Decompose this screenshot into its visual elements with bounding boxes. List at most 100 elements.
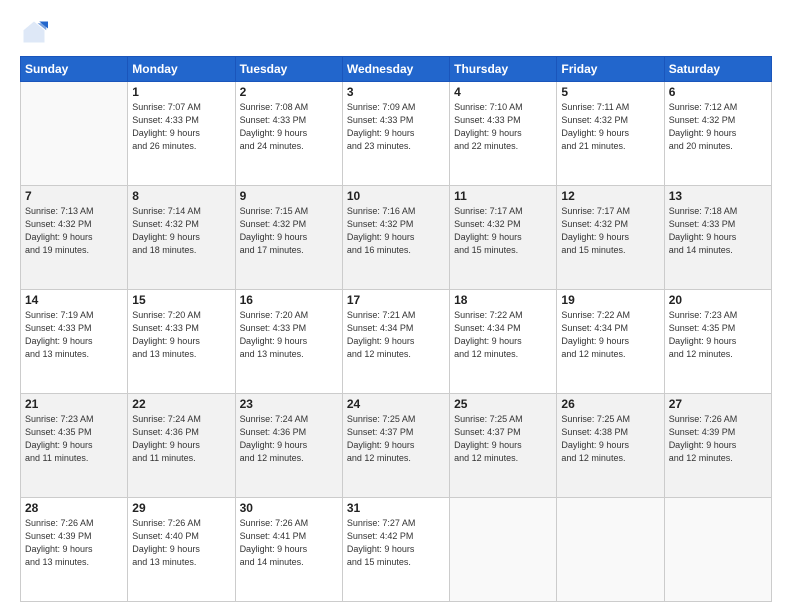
day-info: Sunrise: 7:22 AM Sunset: 4:34 PM Dayligh…	[454, 309, 552, 361]
calendar-cell: 29Sunrise: 7:26 AM Sunset: 4:40 PM Dayli…	[128, 498, 235, 602]
day-number: 17	[347, 293, 445, 307]
calendar-cell: 7 Sunrise: 7:13 AM Sunset: 4:32 PM Daylig…	[21, 186, 128, 290]
day-info: Sunrise: 7:12 AM Sunset: 4:32 PM Dayligh…	[669, 101, 767, 153]
day-info: Sunrise: 7:16 AM Sunset: 4:32 PM Dayligh…	[347, 205, 445, 257]
calendar-cell: 16 Sunrise: 7:20 AM Sunset: 4:33 PM Dayli…	[235, 290, 342, 394]
day-info: Sunrise: 7:25 AM Sunset: 4:37 PM Dayligh…	[454, 413, 552, 465]
day-number: 15	[132, 293, 230, 307]
day-number: 27	[669, 397, 767, 411]
calendar-week-row: 14 Sunrise: 7:19 AM Sunset: 4:33 PM Dayli…	[21, 290, 772, 394]
day-number: 28	[25, 501, 123, 515]
calendar-cell: 25 Sunrise: 7:25 AM Sunset: 4:37 PM Dayli…	[450, 394, 557, 498]
day-info: Sunrise: 7:17 AM Sunset: 4:32 PM Dayligh…	[454, 205, 552, 257]
calendar-cell: 1 Sunrise: 7:07 AM Sunset: 4:33 PM Daylig…	[128, 82, 235, 186]
day-info: Sunrise: 7:25 AM Sunset: 4:38 PM Dayligh…	[561, 413, 659, 465]
day-number: 26	[561, 397, 659, 411]
calendar-cell: 6 Sunrise: 7:12 AM Sunset: 4:32 PM Daylig…	[664, 82, 771, 186]
calendar-cell: 11 Sunrise: 7:17 AM Sunset: 4:32 PM Dayli…	[450, 186, 557, 290]
day-info: Sunrise: 7:26 AM Sunset: 4:40 PM Dayligh…	[132, 517, 230, 569]
calendar-cell: 4 Sunrise: 7:10 AM Sunset: 4:33 PM Daylig…	[450, 82, 557, 186]
day-number: 13	[669, 189, 767, 203]
calendar-header-thursday: Thursday	[450, 57, 557, 82]
day-info: Sunrise: 7:13 AM Sunset: 4:32 PM Dayligh…	[25, 205, 123, 257]
day-info: Sunrise: 7:26 AM Sunset: 4:41 PM Dayligh…	[240, 517, 338, 569]
day-info: Sunrise: 7:14 AM Sunset: 4:32 PM Dayligh…	[132, 205, 230, 257]
calendar-header-sunday: Sunday	[21, 57, 128, 82]
day-number: 10	[347, 189, 445, 203]
calendar-header-row: SundayMondayTuesdayWednesdayThursdayFrid…	[21, 57, 772, 82]
day-number: 7	[25, 189, 123, 203]
day-info: Sunrise: 7:23 AM Sunset: 4:35 PM Dayligh…	[669, 309, 767, 361]
day-info: Sunrise: 7:15 AM Sunset: 4:32 PM Dayligh…	[240, 205, 338, 257]
calendar-header-saturday: Saturday	[664, 57, 771, 82]
calendar-cell: 13 Sunrise: 7:18 AM Sunset: 4:33 PM Dayli…	[664, 186, 771, 290]
calendar-cell: 8 Sunrise: 7:14 AM Sunset: 4:32 PM Daylig…	[128, 186, 235, 290]
day-info: Sunrise: 7:20 AM Sunset: 4:33 PM Dayligh…	[132, 309, 230, 361]
calendar-cell: 24 Sunrise: 7:25 AM Sunset: 4:37 PM Dayli…	[342, 394, 449, 498]
calendar-cell: 26 Sunrise: 7:25 AM Sunset: 4:38 PM Dayli…	[557, 394, 664, 498]
day-number: 14	[25, 293, 123, 307]
calendar-cell: 27Sunrise: 7:26 AM Sunset: 4:39 PM Dayli…	[664, 394, 771, 498]
calendar-header-tuesday: Tuesday	[235, 57, 342, 82]
day-number: 6	[669, 85, 767, 99]
day-info: Sunrise: 7:09 AM Sunset: 4:33 PM Dayligh…	[347, 101, 445, 153]
calendar-week-row: 21Sunrise: 7:23 AM Sunset: 4:35 PM Dayli…	[21, 394, 772, 498]
calendar-cell: 3 Sunrise: 7:09 AM Sunset: 4:33 PM Daylig…	[342, 82, 449, 186]
day-number: 3	[347, 85, 445, 99]
logo-icon	[20, 18, 48, 46]
calendar-cell: 31 Sunrise: 7:27 AM Sunset: 4:42 PM Dayli…	[342, 498, 449, 602]
calendar-week-row: 1 Sunrise: 7:07 AM Sunset: 4:33 PM Daylig…	[21, 82, 772, 186]
calendar-table: SundayMondayTuesdayWednesdayThursdayFrid…	[20, 56, 772, 602]
day-info: Sunrise: 7:21 AM Sunset: 4:34 PM Dayligh…	[347, 309, 445, 361]
calendar-cell: 2Sunrise: 7:08 AM Sunset: 4:33 PM Daylig…	[235, 82, 342, 186]
day-info: Sunrise: 7:18 AM Sunset: 4:33 PM Dayligh…	[669, 205, 767, 257]
logo	[20, 18, 54, 46]
day-info: Sunrise: 7:07 AM Sunset: 4:33 PM Dayligh…	[132, 101, 230, 153]
calendar-cell: 5Sunrise: 7:11 AM Sunset: 4:32 PM Daylig…	[557, 82, 664, 186]
header	[20, 18, 772, 46]
day-number: 20	[669, 293, 767, 307]
calendar-cell: 14 Sunrise: 7:19 AM Sunset: 4:33 PM Dayli…	[21, 290, 128, 394]
day-number: 24	[347, 397, 445, 411]
day-info: Sunrise: 7:20 AM Sunset: 4:33 PM Dayligh…	[240, 309, 338, 361]
calendar-cell: 28 Sunrise: 7:26 AM Sunset: 4:39 PM Dayli…	[21, 498, 128, 602]
calendar-cell: 9Sunrise: 7:15 AM Sunset: 4:32 PM Daylig…	[235, 186, 342, 290]
day-info: Sunrise: 7:19 AM Sunset: 4:33 PM Dayligh…	[25, 309, 123, 361]
calendar-cell: 23 Sunrise: 7:24 AM Sunset: 4:36 PM Dayli…	[235, 394, 342, 498]
day-info: Sunrise: 7:25 AM Sunset: 4:37 PM Dayligh…	[347, 413, 445, 465]
page: SundayMondayTuesdayWednesdayThursdayFrid…	[0, 0, 792, 612]
calendar-week-row: 7 Sunrise: 7:13 AM Sunset: 4:32 PM Daylig…	[21, 186, 772, 290]
day-number: 22	[132, 397, 230, 411]
calendar-cell: 10 Sunrise: 7:16 AM Sunset: 4:32 PM Dayli…	[342, 186, 449, 290]
calendar-cell: 17 Sunrise: 7:21 AM Sunset: 4:34 PM Dayli…	[342, 290, 449, 394]
day-info: Sunrise: 7:23 AM Sunset: 4:35 PM Dayligh…	[25, 413, 123, 465]
day-info: Sunrise: 7:27 AM Sunset: 4:42 PM Dayligh…	[347, 517, 445, 569]
calendar-cell	[664, 498, 771, 602]
day-info: Sunrise: 7:11 AM Sunset: 4:32 PM Dayligh…	[561, 101, 659, 153]
calendar-header-friday: Friday	[557, 57, 664, 82]
calendar-cell: 12Sunrise: 7:17 AM Sunset: 4:32 PM Dayli…	[557, 186, 664, 290]
day-number: 25	[454, 397, 552, 411]
day-info: Sunrise: 7:08 AM Sunset: 4:33 PM Dayligh…	[240, 101, 338, 153]
calendar-week-row: 28 Sunrise: 7:26 AM Sunset: 4:39 PM Dayli…	[21, 498, 772, 602]
calendar-cell: 30 Sunrise: 7:26 AM Sunset: 4:41 PM Dayli…	[235, 498, 342, 602]
day-number: 11	[454, 189, 552, 203]
day-info: Sunrise: 7:17 AM Sunset: 4:32 PM Dayligh…	[561, 205, 659, 257]
day-info: Sunrise: 7:26 AM Sunset: 4:39 PM Dayligh…	[25, 517, 123, 569]
day-number: 31	[347, 501, 445, 515]
day-info: Sunrise: 7:22 AM Sunset: 4:34 PM Dayligh…	[561, 309, 659, 361]
day-info: Sunrise: 7:24 AM Sunset: 4:36 PM Dayligh…	[240, 413, 338, 465]
day-number: 8	[132, 189, 230, 203]
day-number: 30	[240, 501, 338, 515]
day-number: 16	[240, 293, 338, 307]
calendar-header-wednesday: Wednesday	[342, 57, 449, 82]
day-info: Sunrise: 7:10 AM Sunset: 4:33 PM Dayligh…	[454, 101, 552, 153]
calendar-cell: 20 Sunrise: 7:23 AM Sunset: 4:35 PM Dayli…	[664, 290, 771, 394]
calendar-cell: 18 Sunrise: 7:22 AM Sunset: 4:34 PM Dayli…	[450, 290, 557, 394]
day-number: 23	[240, 397, 338, 411]
day-number: 4	[454, 85, 552, 99]
calendar-cell: 19Sunrise: 7:22 AM Sunset: 4:34 PM Dayli…	[557, 290, 664, 394]
day-number: 1	[132, 85, 230, 99]
day-info: Sunrise: 7:24 AM Sunset: 4:36 PM Dayligh…	[132, 413, 230, 465]
day-number: 18	[454, 293, 552, 307]
